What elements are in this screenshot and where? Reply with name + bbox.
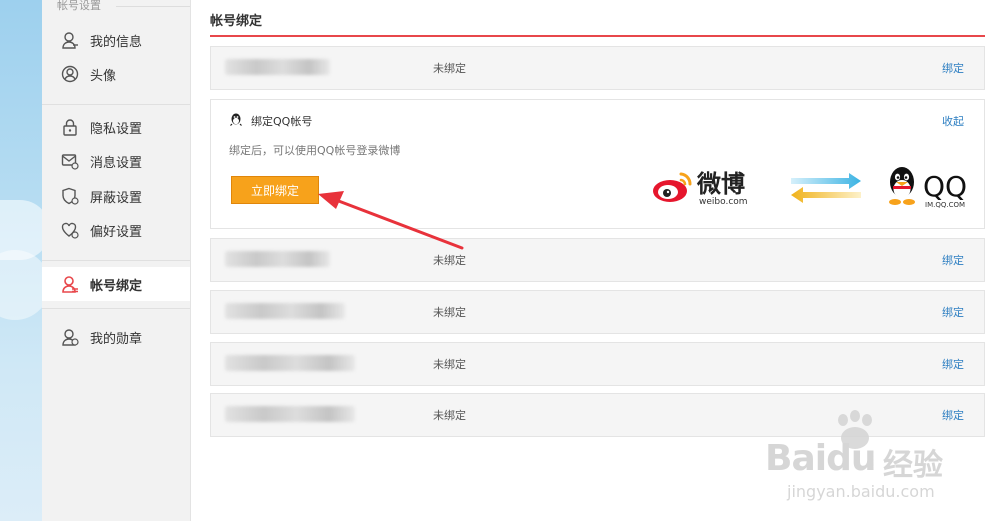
divider: [116, 6, 190, 7]
heart-settings-icon: [60, 220, 80, 240]
sidebar-section-title: 帐号设置: [57, 0, 101, 12]
sidebar-item-preferences[interactable]: 偏好设置: [42, 213, 190, 247]
bind-now-button[interactable]: 立即绑定: [231, 176, 319, 204]
background-sky: [0, 0, 50, 521]
collapse-link[interactable]: 收起: [942, 113, 964, 129]
blurred-account-name: [225, 406, 355, 422]
weibo-logo: 微博 weibo.com: [651, 168, 748, 207]
sidebar-item-label: 我的勋章: [90, 331, 143, 347]
weibo-eye-icon: [651, 168, 695, 207]
sidebar-item-label: 头像: [90, 68, 117, 84]
panel-title: 绑定QQ帐号: [251, 114, 313, 128]
binding-row: 未绑定 绑定: [210, 290, 985, 334]
bind-link[interactable]: 绑定: [942, 60, 964, 76]
qq-logo-url: IM.QQ.COM: [925, 201, 966, 209]
qq-logo-text: QQ: [923, 170, 968, 203]
qq-binding-panel: 绑定QQ帐号 收起 绑定后，可以使用QQ帐号登录微博 立即绑定 微博 weibo…: [210, 99, 985, 229]
lock-icon: [60, 117, 80, 137]
blurred-account-name: [225, 355, 355, 371]
settings-sidebar: 帐号设置 我的信息 头像 隐私设置 消息设置 屏蔽设置 偏好设置 帐号绑定 我的…: [42, 0, 191, 521]
sidebar-item-label: 隐私设置: [90, 121, 143, 137]
avatar-icon: [60, 64, 80, 84]
qq-penguin-icon: [885, 164, 919, 209]
blurred-account-name: [225, 251, 330, 267]
sidebar-item-label: 消息设置: [90, 155, 143, 171]
exchange-arrows-icon: [789, 170, 863, 207]
divider: [42, 308, 190, 309]
medal-user-icon: [60, 327, 80, 347]
title-underline: [210, 35, 985, 37]
binding-row: 未绑定 绑定: [210, 342, 985, 386]
divider: [42, 104, 190, 105]
sidebar-item-account-binding[interactable]: 帐号绑定: [42, 267, 190, 301]
sidebar-item-message-settings[interactable]: 消息设置: [42, 144, 190, 178]
weibo-logo-text: 微博: [697, 170, 745, 198]
binding-row: 未绑定 绑定: [210, 46, 985, 90]
binding-status: 未绑定: [433, 62, 466, 75]
binding-row: 未绑定 绑定: [210, 238, 985, 282]
bind-link[interactable]: 绑定: [942, 304, 964, 320]
sidebar-item-my-medals[interactable]: 我的勋章: [42, 320, 190, 354]
sidebar-item-privacy[interactable]: 隐私设置: [42, 110, 190, 144]
binding-status: 未绑定: [433, 358, 466, 371]
page-title: 帐号绑定: [210, 14, 263, 29]
sidebar-item-my-info[interactable]: 我的信息: [42, 23, 190, 57]
sidebar-item-block-settings[interactable]: 屏蔽设置: [42, 179, 190, 213]
sidebar-item-label: 我的信息: [90, 34, 143, 50]
bind-link[interactable]: 绑定: [942, 356, 964, 372]
baidu-jingyan-watermark: Baidu 经验 jingyan.baidu.com: [765, 410, 990, 510]
binding-status: 未绑定: [433, 254, 466, 267]
qq-penguin-icon: [229, 112, 243, 129]
blurred-account-name: [225, 59, 330, 75]
message-settings-icon: [60, 151, 80, 171]
divider: [42, 260, 190, 261]
sidebar-item-label: 帐号绑定: [90, 278, 143, 294]
panel-description: 绑定后，可以使用QQ帐号登录微博: [229, 144, 401, 157]
shield-block-icon: [60, 186, 80, 206]
binding-status: 未绑定: [433, 409, 466, 422]
qq-logo: QQ IM.QQ.COM: [885, 164, 967, 209]
blurred-account-name: [225, 303, 345, 319]
panel-header: 绑定QQ帐号: [229, 112, 312, 129]
account-bind-icon: [60, 274, 80, 294]
sidebar-item-label: 屏蔽设置: [90, 190, 143, 206]
watermark-brand: Baidu: [765, 438, 876, 479]
bind-link[interactable]: 绑定: [942, 252, 964, 268]
sidebar-item-avatar[interactable]: 头像: [42, 57, 190, 91]
binding-status: 未绑定: [433, 306, 466, 319]
watermark-product: 经验: [883, 448, 943, 483]
user-icon: [60, 30, 80, 50]
sidebar-item-label: 偏好设置: [90, 224, 143, 240]
watermark-url: jingyan.baidu.com: [787, 482, 935, 501]
weibo-logo-url: weibo.com: [699, 197, 748, 207]
